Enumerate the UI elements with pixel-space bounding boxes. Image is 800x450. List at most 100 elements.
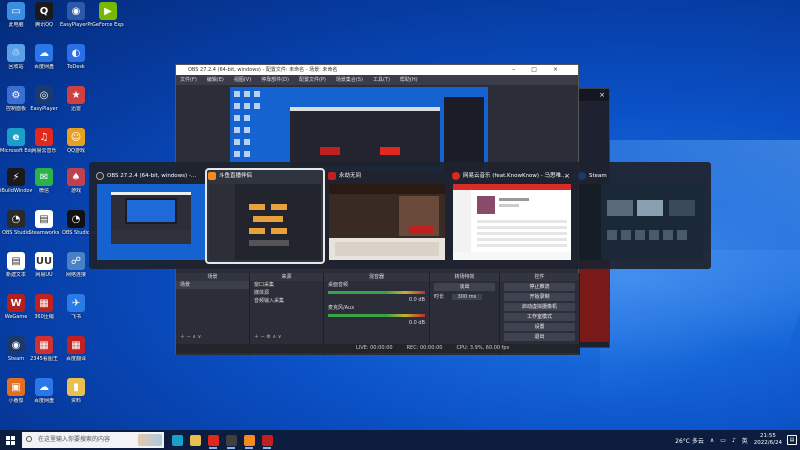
obs-menu-item[interactable]: 文件(F) <box>180 77 197 83</box>
windows-logo-icon <box>5 435 15 445</box>
desktop-icon-label: 网络连接 <box>65 272 86 278</box>
douyu-app-icon <box>208 172 216 180</box>
obs-control-button[interactable]: 工作室模式 <box>504 313 575 321</box>
switcher-card-naraka[interactable]: 永劫无间 <box>327 170 447 262</box>
desktop-icon[interactable]: ✈ 飞书 <box>60 294 92 328</box>
volume-icon[interactable]: ♪ <box>732 437 736 444</box>
obs-menu-item[interactable]: 场景集合(S) <box>336 77 363 83</box>
desktop-icon[interactable]: ☍ 网络连接 <box>60 252 92 286</box>
close-icon[interactable]: × <box>579 89 609 101</box>
app-icon: e <box>7 128 25 146</box>
scene-add-remove-buttons[interactable]: ＋ − ∧ ∨ <box>176 333 201 341</box>
window-controls[interactable]: –□× <box>512 65 574 75</box>
weather-widget[interactable]: 26°C 多云 <box>675 436 704 445</box>
desktop-icon[interactable]: ▦ 360压缩 <box>28 294 60 328</box>
app-icon: ▭ <box>7 2 25 20</box>
switcher-card-obs[interactable]: OBS 27.2.4 (64-bit, windows) -... <box>95 170 207 262</box>
app-icon: ♲ <box>7 44 25 62</box>
taskbar-app-file-explorer[interactable] <box>186 430 204 450</box>
desktop-icon[interactable]: ◔ OBS Studio <box>60 210 92 244</box>
notification-center-icon[interactable]: ▤ <box>787 435 797 445</box>
switcher-card-steam[interactable]: Steam <box>577 170 705 262</box>
desktop-icon[interactable]: ◐ ToDesk <box>60 44 92 78</box>
taskbar-app-netease-music[interactable] <box>204 430 222 450</box>
obs-control-button[interactable]: 退出 <box>504 333 575 341</box>
scene-item[interactable]: 场景 <box>176 281 249 289</box>
obs-menu-item[interactable]: 工具(T) <box>373 77 390 83</box>
desktop-icon[interactable]: ♫ 网易云音乐 <box>28 128 60 162</box>
switcher-card-netease-music[interactable]: 网易云音乐 (feat.KnowKnow) - 马思唯... × <box>451 170 573 262</box>
close-icon[interactable]: × <box>564 170 570 182</box>
desktop-icon[interactable]: Q 腾讯QQ <box>28 2 60 36</box>
taskbar-apps <box>168 430 276 450</box>
obs-preview-canvas[interactable] <box>230 87 488 171</box>
status-item: CPU: 3.9%, 60.00 fps <box>456 345 510 351</box>
obs-control-button[interactable]: 启动虚拟摄像机 <box>504 303 575 311</box>
switcher-card-douyu[interactable]: 斗鱼直播伴侣 <box>205 168 325 264</box>
douyu-icon <box>243 434 255 446</box>
mixer-track-name: 麦克风/Aux <box>328 305 355 311</box>
desktop-icon-label: 百度翻译 <box>65 356 86 362</box>
desktop-icon-label: 微信 <box>38 188 49 194</box>
desktop-icon[interactable]: ☺ QQ游戏 <box>60 128 92 162</box>
clock[interactable]: 21:55 2022/6/24 <box>754 433 782 447</box>
desktop-icon[interactable]: ◎ EasyPlayer <box>28 86 60 120</box>
source-item[interactable]: 窗口采集 <box>250 281 323 289</box>
naraka-icon <box>261 434 273 446</box>
desktop-icon[interactable]: ★ 迅雷 <box>60 86 92 120</box>
obs-control-button[interactable]: 设置 <box>504 323 575 331</box>
transition-type-select[interactable]: 淡出 <box>434 283 495 291</box>
obs-menu-item[interactable]: 配置文件(P) <box>299 77 326 83</box>
desktop-icon[interactable]: ▦ 2345看图王 <box>28 336 60 370</box>
controls-dock-header: 控件 <box>500 273 579 281</box>
obs-control-button[interactable]: 开始录制 <box>504 293 575 301</box>
app-icon: ☍ <box>67 252 85 270</box>
steam-app-icon <box>578 172 586 180</box>
obs-title-bar[interactable]: OBS 27.2.4 (64-bit, windows) - 配置文件: 未命名… <box>176 65 578 75</box>
app-icon: ◉ <box>67 2 85 20</box>
card-caption: Steam <box>577 170 705 182</box>
desktop-icon[interactable]: ▶ GeForce Experience <box>92 2 124 36</box>
card-thumbnail <box>209 184 321 260</box>
obs-menu-item[interactable]: 编辑(E) <box>207 77 224 83</box>
desktop-icon[interactable]: ✉ 微信 <box>28 168 60 202</box>
desktop-icon[interactable]: ☁ 百度网盘 <box>28 378 60 412</box>
desktop-icon[interactable]: ☁ 百度网盘 <box>28 44 60 78</box>
desktop-icon[interactable]: ▦ 百度翻译 <box>60 336 92 370</box>
desktop-icon-label: EasyPlayerPr <box>60 22 92 28</box>
desktop-icon[interactable]: ◉ EasyPlayerPr <box>60 2 92 36</box>
obs-icon <box>225 434 237 446</box>
app-icon: ☁ <box>35 44 53 62</box>
input-language[interactable]: 英 <box>742 436 748 445</box>
desktop-icon[interactable]: ▤ Steamworks <box>28 210 60 244</box>
desktop-icon-label: 360压缩 <box>34 314 54 320</box>
taskbar-app-obs[interactable] <box>222 430 240 450</box>
duration-input[interactable]: 300 ms <box>451 294 483 300</box>
desktop-icon-area: ▭此电脑Q腾讯QQ◉EasyPlayerPr▶GeForce Experienc… <box>0 0 124 430</box>
desktop-icon[interactable]: UU 网易UU <box>28 252 60 286</box>
obs-menu-item[interactable]: 视图(V) <box>234 77 251 83</box>
obs-control-button[interactable]: 停止推流 <box>504 283 575 291</box>
taskbar-app-naraka[interactable] <box>258 430 276 450</box>
background-window-red[interactable] <box>578 262 610 342</box>
source-add-remove-buttons[interactable]: ＋ − ⚙ ∧ ∨ <box>250 333 281 341</box>
obs-menu-item[interactable]: 停靠部件(D) <box>261 77 289 83</box>
app-icon: ▮ <box>67 378 85 396</box>
tray-chevron-icon[interactable]: ∧ <box>710 437 714 444</box>
desktop-icon-label: QQ游戏 <box>67 148 85 154</box>
start-button[interactable] <box>0 430 20 450</box>
obs-menu-item[interactable]: 帮助(H) <box>400 77 418 83</box>
scenes-dock: 场景 场景 ＋ − ∧ ∨ <box>176 273 250 355</box>
naraka-app-icon <box>328 172 336 180</box>
task-switcher: OBS 27.2.4 (64-bit, windows) -... 斗鱼直播伴侣… <box>89 162 711 269</box>
source-item[interactable]: 媒体源 <box>250 289 323 297</box>
desktop-icon[interactable]: ▮ 资料 <box>60 378 92 412</box>
source-item[interactable]: 音频输入采集 <box>250 297 323 305</box>
desktop-icon[interactable]: ♠ 游戏 <box>60 168 92 202</box>
taskbar-app-douyu[interactable] <box>240 430 258 450</box>
card-title: 永劫无间 <box>339 173 362 179</box>
obs-window-title: OBS 27.2.4 (64-bit, windows) - 配置文件: 未命名… <box>188 67 338 73</box>
taskbar-app-edge[interactable] <box>168 430 186 450</box>
taskbar-search-box[interactable]: 在这里输入你要搜索的内容 <box>22 432 164 448</box>
network-icon[interactable]: ▭ <box>720 437 726 444</box>
